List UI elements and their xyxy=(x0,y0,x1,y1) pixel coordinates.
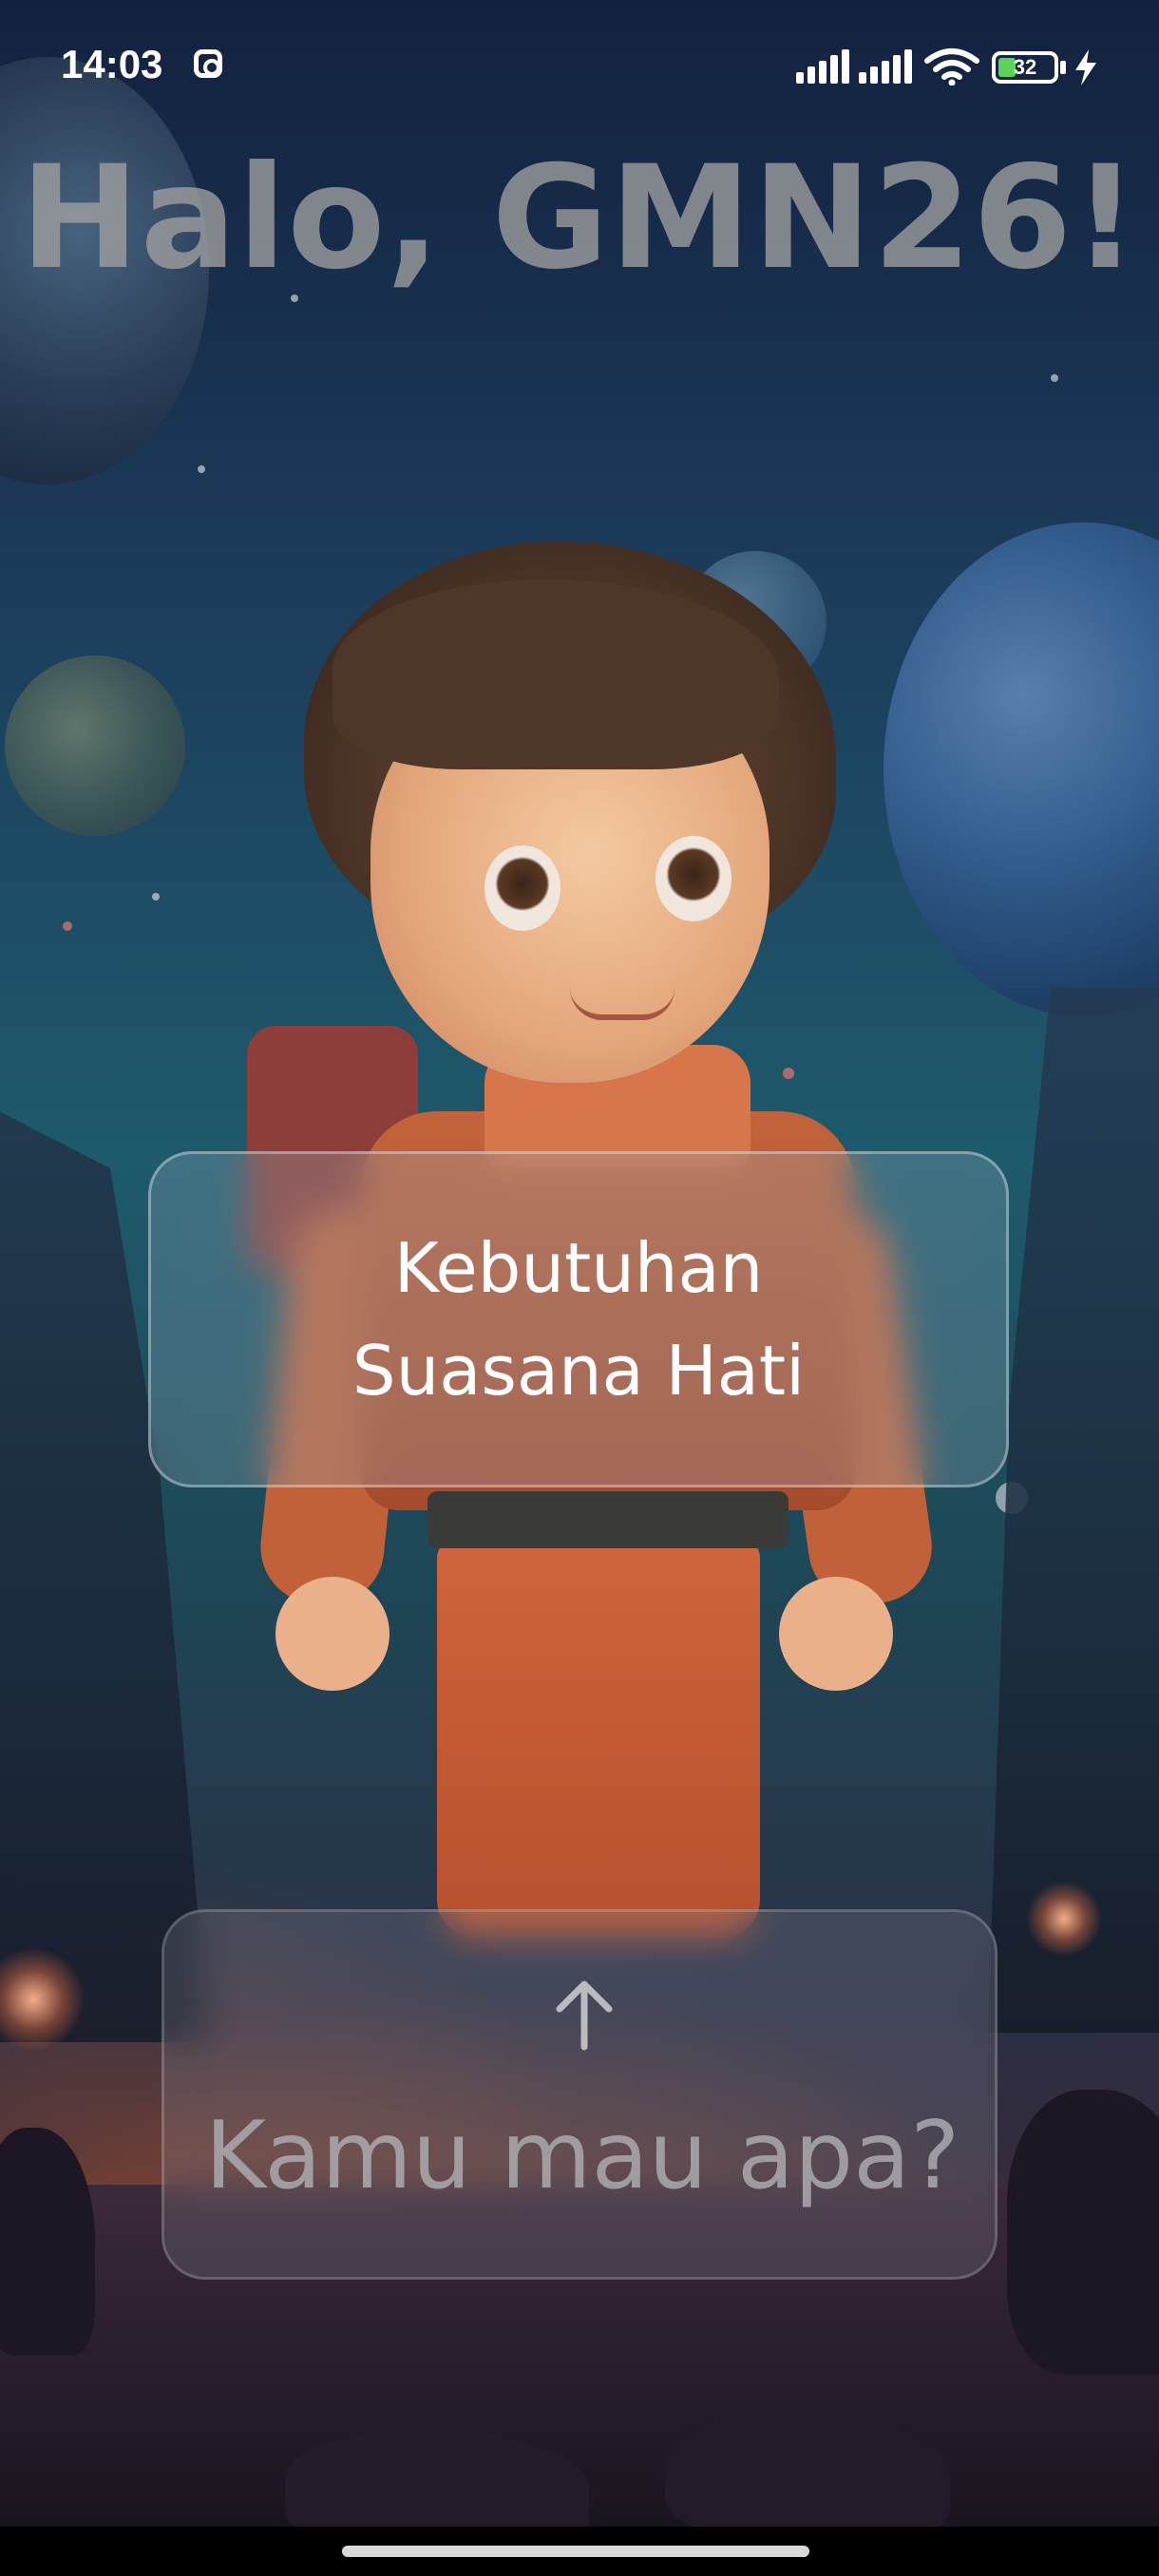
battery-level-text: 32 xyxy=(1013,55,1037,79)
battery-icon: 32 xyxy=(992,51,1058,84)
signal-icon xyxy=(859,49,912,84)
request-input-button[interactable]: Kamu mau apa? xyxy=(162,1909,998,2280)
background-glow xyxy=(1026,1881,1102,1957)
home-indicator[interactable] xyxy=(342,2546,809,2557)
signal-icon xyxy=(796,49,849,84)
mood-card-line2: Suasana Hati xyxy=(352,1331,806,1411)
arrow-up-icon xyxy=(556,1980,613,2051)
background-star xyxy=(198,465,205,473)
background-rock xyxy=(1007,2090,1159,2375)
mood-card-line1: Kebutuhan xyxy=(393,1228,764,1308)
instagram-icon xyxy=(194,49,222,78)
background-planet xyxy=(5,655,185,836)
background-planet xyxy=(884,522,1159,1016)
background-cliff xyxy=(988,988,1159,2033)
status-bar: 14:03 32 xyxy=(0,0,1159,133)
battery-cap xyxy=(1060,61,1066,74)
wifi-icon xyxy=(924,48,979,85)
background-star xyxy=(63,921,72,931)
background-rock xyxy=(665,2413,950,2536)
background-star xyxy=(152,893,160,900)
greeting-title: Halo, GMN26! xyxy=(20,136,1139,301)
mood-needs-button[interactable]: Kebutuhan Suasana Hati xyxy=(148,1151,1009,1487)
request-prompt: Kamu mau apa? xyxy=(204,2102,960,2210)
app-screen: 14:03 32 Halo, GMN26! Kebutuhan Suasana … xyxy=(0,0,1159,2576)
background-star xyxy=(1051,374,1058,382)
status-time: 14:03 xyxy=(61,42,163,86)
background-rock xyxy=(0,2128,95,2356)
charging-icon xyxy=(1075,49,1096,85)
